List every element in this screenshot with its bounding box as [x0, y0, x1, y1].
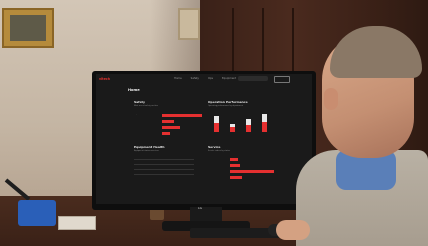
section-title: Safety	[134, 100, 145, 104]
service-bar	[230, 170, 274, 173]
page-title: Home	[128, 88, 140, 92]
table-row	[134, 156, 194, 160]
blue-toy-truck	[18, 200, 56, 226]
bar-label: ·	[136, 114, 137, 116]
table-row	[134, 171, 194, 175]
paper-tray	[58, 216, 96, 230]
picture-frame	[2, 8, 54, 48]
safety-bar	[162, 132, 170, 135]
nav-item[interactable]: Home	[174, 77, 182, 80]
chart-column-fill	[214, 123, 219, 132]
safety-bar	[162, 120, 174, 123]
section-subtitle: Equipment status overview	[134, 150, 159, 152]
painting	[10, 15, 46, 41]
safety-bar	[162, 114, 202, 117]
service-bar	[230, 164, 240, 167]
section-subtitle: Service orders by status	[208, 150, 230, 152]
table-row	[134, 166, 194, 170]
section-subtitle: Most recent safety metrics	[134, 105, 159, 107]
person-hand	[276, 220, 310, 240]
monitor-logo: LG	[198, 206, 202, 210]
picture-frame-small	[178, 8, 200, 40]
nav-item[interactable]: Equipment	[222, 77, 236, 80]
app-brand: vitech	[99, 77, 111, 81]
nav-item[interactable]: Safety	[191, 77, 199, 80]
table-row	[134, 161, 194, 165]
section-title: Service	[208, 145, 221, 149]
service-bar	[230, 176, 242, 179]
section-title: Operation Performance	[208, 100, 248, 104]
operation-chart	[212, 112, 282, 132]
monitor-screen: vitech Home Safety Ops Equipment Service…	[96, 74, 312, 204]
section-subtitle: Operating performance by department	[208, 105, 244, 107]
safety-bar	[162, 126, 180, 129]
export-button[interactable]	[274, 76, 290, 83]
chart-column-fill	[262, 122, 267, 132]
chart-column-fill	[230, 127, 235, 132]
keyboard	[190, 228, 280, 238]
nav-item[interactable]: Ops	[208, 77, 213, 80]
service-bar	[230, 158, 238, 161]
search-input[interactable]	[238, 76, 268, 81]
chart-column-fill	[246, 125, 251, 132]
section-title: Equipment Health	[134, 145, 165, 149]
person-ear	[324, 88, 338, 110]
